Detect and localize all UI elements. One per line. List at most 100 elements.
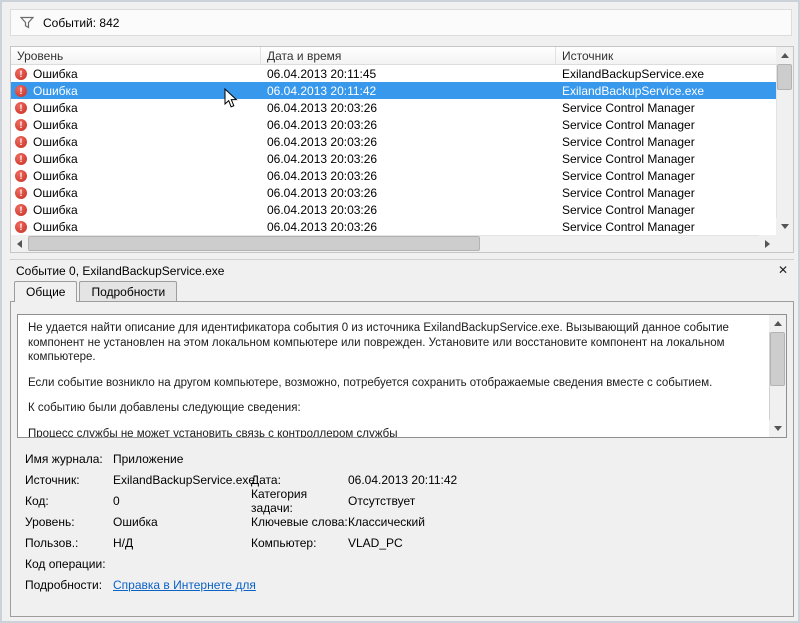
row-source: Service Control Manager <box>556 118 793 132</box>
row-level-cell: !Ошибка <box>11 203 261 217</box>
field-label: Источник: <box>25 473 113 487</box>
table-row[interactable]: !Ошибка06.04.2013 20:03:26Service Contro… <box>11 167 793 184</box>
field-row: Подробности:Справка в Интернете для <box>17 574 787 595</box>
description-paragraph: Если событие возникло на другом компьюте… <box>28 376 759 391</box>
event-description: Не удается найти описание для идентифика… <box>18 315 769 437</box>
event-details-panel: Событие 0, ExilandBackupService.exe ✕ Об… <box>10 259 794 617</box>
scrollbar-thumb[interactable] <box>777 64 792 90</box>
row-datetime: 06.04.2013 20:03:26 <box>261 220 556 234</box>
table-row[interactable]: !Ошибка06.04.2013 20:03:26Service Contro… <box>11 201 793 218</box>
description-paragraph: Не удается найти описание для идентифика… <box>28 321 759 365</box>
row-datetime: 06.04.2013 20:03:26 <box>261 135 556 149</box>
vertical-scrollbar[interactable] <box>776 47 793 235</box>
row-level: Ошибка <box>33 186 78 200</box>
field-value: Классический <box>348 515 787 529</box>
arrow-down-icon <box>781 224 789 229</box>
field-value: Ошибка <box>113 515 251 529</box>
description-paragraph: К событию были добавлены следующие сведе… <box>28 401 759 416</box>
table-row[interactable]: ! Ошибка 06.04.2013 20:03:26Service Contro… <box>11 150 793 167</box>
row-level: Ошибка <box>33 220 78 234</box>
field-value: Отсутствует <box>348 494 787 508</box>
scroll-right-button[interactable] <box>759 235 776 252</box>
row-level: Ошибка <box>33 169 78 183</box>
scroll-down-button[interactable] <box>776 218 793 235</box>
filter-icon <box>20 16 34 29</box>
row-datetime: 06.04.2013 20:03:26 <box>261 152 556 166</box>
row-datetime: 06.04.2013 20:03:26 <box>261 203 556 217</box>
horizontal-scrollbar[interactable] <box>11 235 776 252</box>
scrollbar-thumb[interactable] <box>770 332 785 386</box>
row-level-cell: ! Ошибка <box>11 186 261 200</box>
row-datetime: 06.04.2013 20:03:26 <box>261 118 556 132</box>
row-datetime: 06.04.2013 20:11:45 <box>261 67 556 81</box>
error-icon: ! <box>15 85 27 97</box>
error-icon: ! <box>15 170 27 182</box>
row-level-cell: !Ошибка <box>11 67 261 81</box>
scroll-up-button[interactable] <box>776 47 793 64</box>
row-source: Service Control Manager <box>556 169 793 183</box>
column-header-level[interactable]: Уровень <box>11 47 261 64</box>
error-icon: ! <box>15 119 27 131</box>
scroll-down-button[interactable] <box>769 420 786 437</box>
scrollbar-corner <box>776 235 793 252</box>
row-level-cell: !Ошибка <box>11 118 261 132</box>
arrow-left-icon <box>17 240 22 248</box>
arrow-right-icon <box>765 240 770 248</box>
row-source: Service Control Manager <box>556 152 793 166</box>
row-source: ExilandBackupService.exe <box>556 67 793 81</box>
scroll-up-button[interactable] <box>769 315 786 332</box>
field-row: Имя журнала:Приложение <box>17 448 787 469</box>
row-source: Service Control Manager <box>556 101 793 115</box>
tab-general[interactable]: Общие <box>14 281 77 302</box>
field-value: Н/Д <box>113 536 251 550</box>
error-icon: ! <box>15 221 27 233</box>
field-row: Уровень:ОшибкаКлючевые слова:Классически… <box>17 511 787 532</box>
row-datetime: 06.04.2013 20:03:26 <box>261 101 556 115</box>
field-label: Пользов.: <box>25 536 113 550</box>
description-paragraph: Процесс службы не может установить связь… <box>28 427 759 437</box>
row-datetime: 06.04.2013 20:03:26 <box>261 186 556 200</box>
field-label: Категория задачи: <box>251 487 348 515</box>
row-datetime: 06.04.2013 20:11:42 <box>261 84 556 98</box>
description-box: Не удается найти описание для идентифика… <box>17 314 787 438</box>
field-row: Источник:ExilandBackupService.exeДата:06… <box>17 469 787 490</box>
tab-details[interactable]: Подробности <box>79 281 177 301</box>
scroll-left-button[interactable] <box>11 235 28 252</box>
table-row[interactable]: !Ошибка06.04.2013 20:03:26Service Contro… <box>11 99 793 116</box>
field-row: Пользов.:Н/ДКомпьютер:VLAD_PC <box>17 532 787 553</box>
row-source: Service Control Manager <box>556 220 793 234</box>
error-icon: ! <box>15 187 27 199</box>
row-level: Ошибка <box>33 152 78 166</box>
row-source: Service Control Manager <box>556 186 793 200</box>
table-row[interactable]: ! Ошибка 06.04.2013 20:03:26Service Contro… <box>11 184 793 201</box>
row-source: Service Control Manager <box>556 203 793 217</box>
row-level: Ошибка <box>33 84 78 98</box>
close-icon[interactable]: ✕ <box>778 263 788 277</box>
table-row[interactable]: !Ошибка06.04.2013 20:11:45ExilandBackupS… <box>11 65 793 82</box>
field-value: 06.04.2013 20:11:42 <box>348 473 787 487</box>
details-tabs: Общие Подробности <box>10 281 794 301</box>
table-row[interactable]: !Ошибка06.04.2013 20:03:26Service Contro… <box>11 133 793 150</box>
row-level: Ошибка <box>33 203 78 217</box>
column-header-datetime[interactable]: Дата и время <box>261 47 556 64</box>
field-label: Код: <box>25 494 113 508</box>
arrow-down-icon <box>774 426 782 431</box>
table-header: Уровень Дата и время Источник <box>11 47 793 65</box>
scrollbar-thumb[interactable] <box>28 236 480 251</box>
field-label: Дата: <box>251 473 348 487</box>
field-value: 0 <box>113 494 251 508</box>
general-tab-page: Не удается найти описание для идентифика… <box>10 301 794 617</box>
table-row[interactable]: !Ошибка06.04.2013 20:11:42ExilandBackupS… <box>11 82 793 99</box>
error-icon: ! <box>15 153 27 165</box>
table-row[interactable]: ! Ошибка 06.04.2013 20:03:26Service Contro… <box>11 218 793 235</box>
table-row[interactable]: !Ошибка06.04.2013 20:03:26Service Contro… <box>11 116 793 133</box>
event-table: Уровень Дата и время Источник !Ошибка06.… <box>10 46 794 253</box>
column-header-source[interactable]: Источник <box>556 47 793 64</box>
events-count: Событий: 842 <box>43 16 119 30</box>
field-value: VLAD_PC <box>348 536 787 550</box>
arrow-up-icon <box>774 321 782 326</box>
row-level-cell: ! Ошибка <box>11 169 261 183</box>
row-level: Ошибка <box>33 67 78 81</box>
online-help-link[interactable]: Справка в Интернете для <box>113 578 251 592</box>
description-scrollbar[interactable] <box>769 315 786 437</box>
